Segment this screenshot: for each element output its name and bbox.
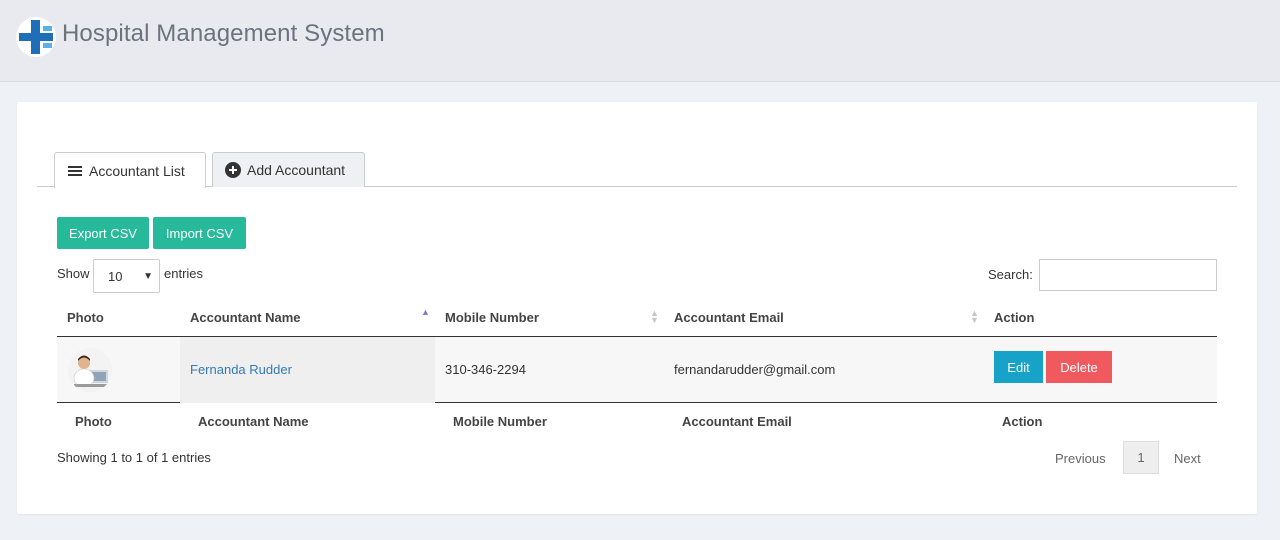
footer-name: Accountant Name bbox=[198, 414, 309, 429]
app-title: Hospital Management System bbox=[62, 20, 385, 47]
table-info: Showing 1 to 1 of 1 entries bbox=[57, 450, 211, 465]
footer-photo: Photo bbox=[75, 414, 112, 429]
tab-bar: Accountant List Add Accountant bbox=[37, 152, 1237, 188]
caret-down-icon: ▼ bbox=[143, 271, 153, 282]
search-input[interactable] bbox=[1039, 259, 1217, 291]
hospital-logo-icon bbox=[16, 17, 56, 57]
column-header-email[interactable]: Accountant Email bbox=[674, 310, 784, 325]
show-label: Show bbox=[57, 266, 90, 281]
import-csv-button[interactable]: Import CSV bbox=[153, 217, 246, 249]
plus-circle-icon bbox=[225, 162, 241, 178]
mobile-number: 310-346-2294 bbox=[445, 362, 526, 377]
entries-label: entries bbox=[164, 266, 204, 281]
tab-add-accountant[interactable]: Add Accountant bbox=[212, 152, 365, 187]
column-header-photo: Photo bbox=[67, 310, 104, 325]
next-page-button[interactable]: Next bbox=[1174, 451, 1201, 466]
top-bar: Hospital Management System bbox=[0, 0, 1280, 82]
edit-button[interactable]: Edit bbox=[994, 351, 1043, 383]
footer-email: Accountant Email bbox=[682, 414, 792, 429]
sort-asc-icon[interactable]: ▲ bbox=[421, 308, 430, 317]
page-1-button[interactable]: 1 bbox=[1123, 441, 1159, 474]
table-footer: Photo Accountant Name Mobile Number Acco… bbox=[57, 403, 1217, 441]
tab-accountant-list[interactable]: Accountant List bbox=[54, 152, 206, 188]
footer-mobile: Mobile Number bbox=[453, 414, 547, 429]
previous-page-button[interactable]: Previous bbox=[1055, 451, 1106, 466]
tab-label: Accountant List bbox=[89, 162, 185, 179]
column-header-mobile[interactable]: Mobile Number bbox=[445, 310, 539, 325]
list-icon bbox=[67, 163, 83, 179]
accountant-name-link[interactable]: Fernanda Rudder bbox=[190, 362, 292, 377]
delete-button[interactable]: Delete bbox=[1046, 351, 1112, 383]
column-header-action: Action bbox=[994, 310, 1035, 325]
sort-both-icon[interactable]: ▲ ▼ bbox=[650, 309, 659, 325]
entries-select[interactable]: 10 ▼ bbox=[93, 259, 160, 293]
column-header-name[interactable]: Accountant Name bbox=[190, 310, 301, 325]
table-header: Photo Accountant Name ▲ Mobile Number ▲ ▼… bbox=[57, 299, 1217, 337]
export-csv-button[interactable]: Export CSV bbox=[57, 217, 149, 249]
footer-action: Action bbox=[1002, 414, 1043, 429]
accountant-email: fernandarudder@gmail.com bbox=[674, 362, 836, 377]
table-row: Fernanda Rudder 310-346-2294 fernandarud… bbox=[57, 337, 1217, 403]
search-label: Search: bbox=[988, 267, 1033, 282]
sort-both-icon[interactable]: ▲ ▼ bbox=[970, 309, 979, 325]
accountant-photo bbox=[68, 348, 112, 392]
tab-label: Add Accountant bbox=[247, 162, 346, 178]
entries-select-value: 10 bbox=[108, 268, 123, 284]
